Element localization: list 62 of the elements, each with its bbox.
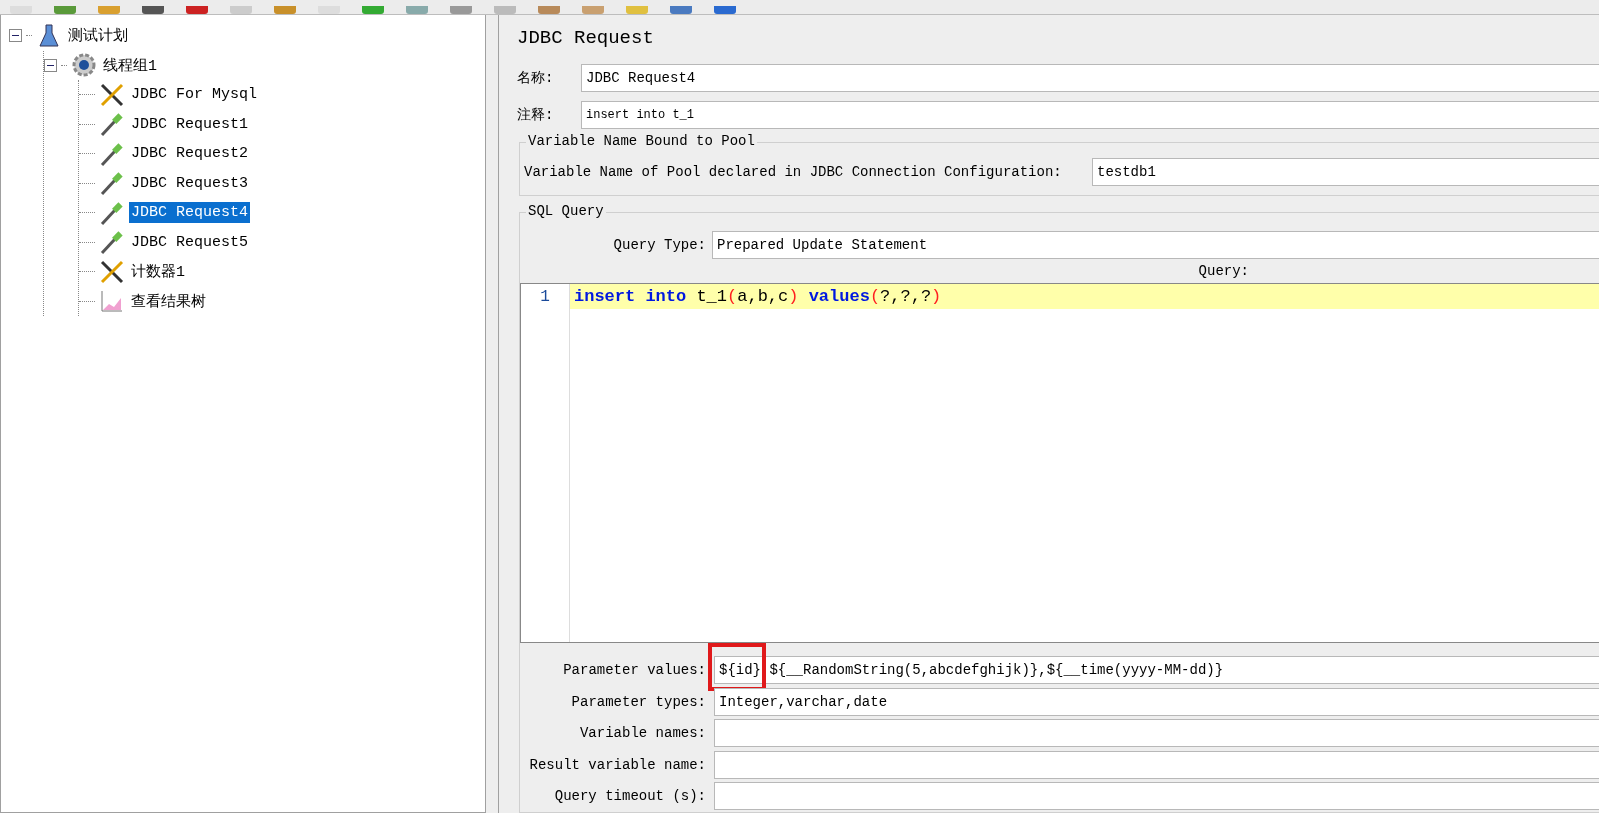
dropper-icon [99, 170, 125, 197]
dropper-icon [99, 111, 125, 138]
editor-label: Query: [1198, 262, 1249, 279]
field-label: Query Type: [612, 236, 706, 253]
toolbar-icon[interactable] [98, 6, 120, 14]
dropper-icon [99, 199, 125, 226]
field-label: Variable names: [578, 725, 706, 742]
field-label: Variable Name of Pool declared in JDBC Connection Configuration: [524, 163, 1063, 180]
input-field[interactable] [714, 719, 1599, 748]
chart-icon [99, 288, 125, 315]
toolbar-icon[interactable] [230, 6, 252, 14]
toolbar-icon[interactable] [670, 6, 692, 14]
dropper-icon [99, 229, 125, 256]
flask-icon [36, 22, 62, 49]
toolbar-icon[interactable] [494, 6, 516, 14]
tree-item[interactable]: 查看结果树 [129, 289, 208, 313]
input-field[interactable]: ${id} ${__RandomString(5,abcdefghijk)},${__time(yyyy-MM-dd)} [714, 656, 1599, 685]
field-label: Parameter types: [570, 693, 706, 710]
tree-item[interactable]: JDBC Request3 [129, 172, 251, 194]
tree-item[interactable]: 线程组1 [101, 53, 159, 77]
toolbar-icon[interactable] [318, 6, 340, 14]
panel-title: JDBC Request [517, 27, 655, 51]
toolbar-icon[interactable] [406, 6, 428, 14]
toolbar-icon[interactable] [362, 6, 384, 14]
toolbar-icon[interactable] [54, 6, 76, 14]
toolbar-icon[interactable] [582, 6, 604, 14]
field-label: 名称: [517, 69, 555, 88]
field-label: Result variable name: [528, 756, 706, 773]
toolbar-icon[interactable] [186, 6, 208, 14]
wrench-screwdriver-icon [99, 258, 125, 285]
tree-item[interactable]: JDBC Request2 [129, 143, 251, 165]
input-field[interactable] [714, 750, 1599, 779]
code-editor[interactable]: 1 insert into t_1(a,b,c) values(?,?,?) [520, 282, 1599, 643]
gear-icon [71, 52, 97, 79]
tree-item[interactable]: JDBC For Mysql [129, 84, 260, 106]
dropper-icon [99, 140, 125, 167]
group-title: SQL Query [526, 202, 606, 219]
input-field[interactable]: insert into t_1 [581, 101, 1599, 130]
toolbar-icon[interactable] [538, 6, 560, 14]
toolbar-icon[interactable] [142, 6, 164, 14]
field-label: 注释: [517, 106, 555, 125]
input-field[interactable]: Integer,varchar,date [714, 687, 1599, 716]
input-field[interactable] [714, 782, 1599, 811]
field-label: Parameter values: [562, 662, 706, 679]
toolbar-icon[interactable] [450, 6, 472, 14]
collapse-icon[interactable] [44, 58, 57, 72]
toolbar-icon[interactable] [714, 6, 736, 14]
dropdown-field[interactable]: Prepared Update Statement [712, 230, 1599, 259]
tree-item[interactable]: JDBC Request1 [129, 113, 251, 135]
toolbar-icon[interactable] [10, 6, 32, 14]
input-field[interactable]: JDBC Request4 [581, 64, 1599, 93]
collapse-icon[interactable] [9, 29, 22, 43]
tree-item[interactable]: 计数器1 [129, 260, 187, 284]
tree-item[interactable]: 测试计划 [66, 24, 130, 48]
toolbar-icon[interactable] [274, 6, 296, 14]
line-number: 1 [540, 287, 550, 306]
input-field[interactable]: testdb1 [1092, 157, 1599, 186]
field-label: Query timeout (s): [553, 788, 706, 805]
wrench-screwdriver-icon [99, 81, 125, 108]
tree-item[interactable]: JDBC Request4 [129, 202, 251, 224]
tree-item[interactable]: JDBC Request5 [129, 231, 251, 253]
toolbar-icon[interactable] [626, 6, 648, 14]
